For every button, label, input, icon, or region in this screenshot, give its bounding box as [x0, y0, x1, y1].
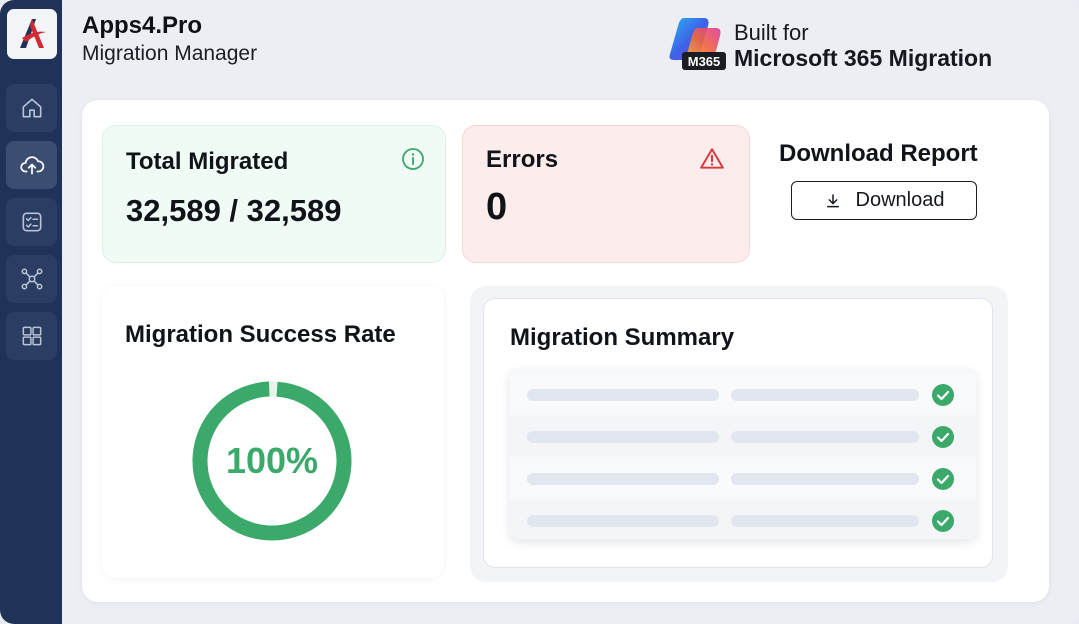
row-placeholder-bar — [527, 515, 719, 527]
errors-card: Errors 0 — [462, 125, 750, 263]
m365-badge-text: M365 — [688, 54, 721, 69]
check-circle-icon — [932, 510, 954, 532]
total-migrated-card: Total Migrated 32,589 / 32,589 — [102, 125, 446, 263]
download-button-label: Download — [855, 189, 945, 211]
success-rate-card: Migration Success Rate 100% — [102, 286, 444, 578]
main-panel: Total Migrated 32,589 / 32,589 Errors 0 … — [82, 100, 1049, 602]
summary-row — [510, 458, 976, 498]
built-for-target: Microsoft 365 Migration — [734, 45, 993, 71]
summary-row — [510, 416, 976, 456]
errors-label: Errors — [486, 146, 559, 173]
checklist-icon — [22, 212, 41, 232]
summary-row — [510, 374, 976, 414]
summary-table — [510, 369, 976, 539]
row-placeholder-bar — [731, 515, 919, 527]
brand-title: Apps4.Pro — [82, 12, 203, 39]
row-placeholder-bar — [731, 389, 919, 401]
summary-row — [510, 500, 976, 539]
row-placeholder-bar — [731, 473, 919, 485]
sidebar-item-checklist[interactable] — [6, 198, 57, 246]
sidebar-item-apps-grid[interactable] — [6, 312, 57, 360]
sidebar-item-cloud-upload[interactable] — [6, 141, 57, 189]
download-report-title: Download Report — [779, 140, 978, 167]
errors-value: 0 — [486, 186, 508, 228]
apps4pro-logo-icon — [20, 19, 46, 48]
migration-summary-card: Migration Summary — [483, 298, 993, 568]
sidebar — [0, 0, 62, 624]
row-placeholder-bar — [527, 389, 719, 401]
sidebar-item-network[interactable] — [6, 255, 57, 303]
warning-icon — [700, 148, 724, 169]
grid-icon — [22, 326, 41, 346]
check-circle-icon — [932, 426, 954, 448]
total-migrated-label: Total Migrated — [126, 148, 289, 175]
success-rate-title: Migration Success Rate — [125, 321, 396, 348]
download-button[interactable]: Download — [791, 181, 977, 220]
migration-summary-title: Migration Summary — [510, 324, 735, 351]
microsoft-365-copilot-icon: M365 — [669, 18, 726, 70]
row-placeholder-bar — [527, 473, 719, 485]
success-rate-value: 100% — [226, 440, 318, 481]
info-icon[interactable] — [401, 147, 425, 171]
home-icon — [22, 98, 41, 118]
built-for-label: Built for — [734, 20, 809, 45]
check-circle-icon — [932, 468, 954, 490]
brand-subtitle: Migration Manager — [82, 42, 258, 65]
cloud-upload-icon — [19, 156, 44, 175]
success-rate-ring: 100% — [192, 381, 352, 541]
row-placeholder-bar — [731, 431, 919, 443]
row-placeholder-bar — [527, 431, 719, 443]
network-icon — [20, 268, 43, 290]
download-icon — [826, 193, 839, 207]
check-circle-icon — [932, 384, 954, 406]
migration-summary-section: Migration Summary — [470, 286, 1008, 582]
app-logo[interactable] — [7, 9, 57, 59]
app-window: Apps4.Pro Migration Manager M365 Built f… — [0, 0, 1079, 624]
total-migrated-value: 32,589 / 32,589 — [126, 193, 342, 228]
sidebar-item-home[interactable] — [6, 84, 57, 132]
